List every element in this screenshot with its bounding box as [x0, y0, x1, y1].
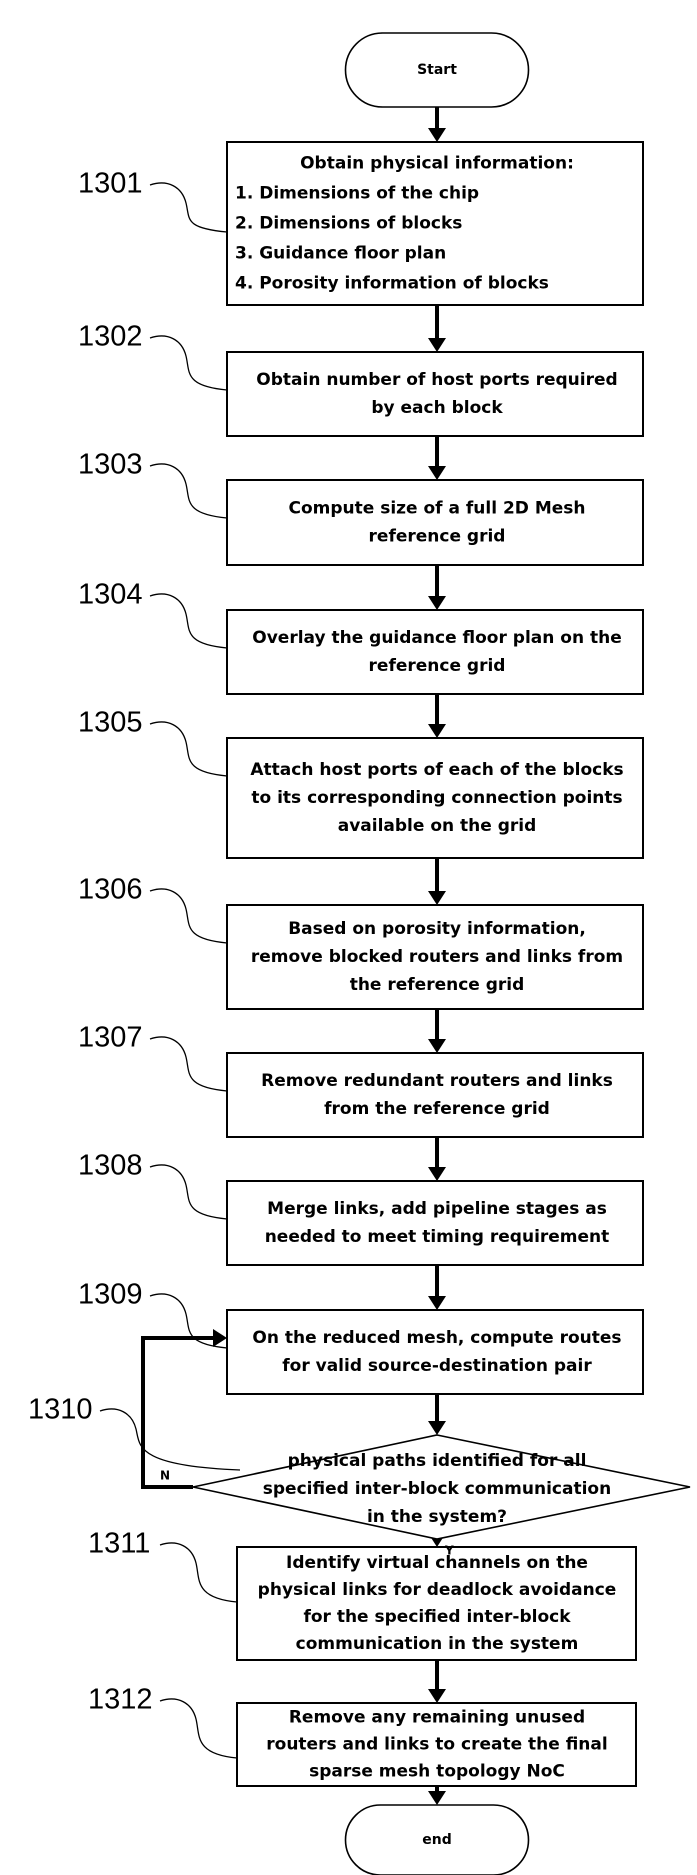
- start-terminal-label: Start: [417, 62, 457, 78]
- arrowhead-icon: [428, 891, 446, 905]
- process-box-1309-line: for valid source-destination pair: [282, 1356, 592, 1376]
- process-box-1309: [226, 1309, 644, 1395]
- leader-line: [159, 1542, 238, 1603]
- process-box-1311-line: communication in the system: [296, 1634, 579, 1654]
- leader-line: [149, 182, 228, 233]
- process-box-1311-line: Identify virtual channels on the: [286, 1553, 588, 1573]
- process-box-1301-line: 4. Porosity information of blocks: [235, 274, 549, 294]
- reference-numeral: 1303: [78, 449, 143, 481]
- process-box-1312-line: Remove any remaining unused: [289, 1708, 585, 1728]
- process-box-1309-line: On the reduced mesh, compute routes: [252, 1328, 621, 1348]
- process-box-1303-line: reference grid: [369, 527, 506, 547]
- arrowhead-icon: [428, 466, 446, 480]
- process-box-1305-line: to its corresponding connection points: [251, 788, 622, 808]
- reference-numeral: 1304: [78, 579, 143, 611]
- process-box-1308: [226, 1180, 644, 1266]
- process-box-1308-line: needed to meet timing requirement: [265, 1227, 610, 1247]
- end-terminal-label: end: [422, 1832, 451, 1848]
- process-box-1307-line: from the reference grid: [324, 1099, 550, 1119]
- process-box-1312-line: sparse mesh topology NoC: [309, 1762, 565, 1782]
- process-box-1302-line: by each block: [371, 398, 503, 418]
- decision-diamond-line: physical paths identified for all: [288, 1451, 587, 1471]
- arrowhead-icon: [428, 1421, 446, 1435]
- process-box-1301-line: 2. Dimensions of blocks: [235, 214, 462, 234]
- process-box-1307-line: Remove redundant routers and links: [261, 1071, 613, 1091]
- process-box-1306-line: remove blocked routers and links from: [251, 947, 623, 967]
- arrowhead-icon: [428, 596, 446, 610]
- arrowhead-icon: [213, 1329, 227, 1347]
- reference-numeral: 1309: [78, 1279, 143, 1311]
- process-box-1312-line: routers and links to create the final: [266, 1735, 607, 1755]
- process-box-1306-line: the reference grid: [350, 975, 525, 995]
- reference-numeral: 1307: [78, 1022, 143, 1054]
- reference-numeral: 1311: [88, 1528, 150, 1560]
- arrowhead-icon: [428, 1791, 446, 1805]
- flowchart: Start Obtain physical information: 1. Dime…: [28, 32, 691, 1875]
- reference-numeral: 1301: [78, 168, 143, 200]
- no-label: N: [160, 1469, 170, 1483]
- arrowhead-icon: [428, 724, 446, 738]
- process-box-1311-line: physical links for deadlock avoidance: [258, 1580, 617, 1600]
- process-box-1302: [226, 351, 644, 437]
- arrowhead-icon: [428, 128, 446, 142]
- process-box-1301-line: Obtain physical information:: [300, 154, 574, 174]
- process-box-1307: [226, 1052, 644, 1138]
- leader-line: [149, 463, 228, 519]
- arrowhead-icon: [428, 1167, 446, 1181]
- decision-diamond-line: specified inter-block communication: [263, 1479, 611, 1499]
- process-box-1304-line: reference grid: [369, 656, 506, 676]
- leader-line: [149, 721, 228, 777]
- leader-line: [149, 593, 228, 649]
- reference-numeral: 1306: [78, 874, 143, 906]
- arrowhead-icon: [428, 1039, 446, 1053]
- process-box-1305-line: available on the grid: [338, 816, 537, 836]
- arrowhead-icon: [428, 1296, 446, 1310]
- leader-line: [149, 1036, 228, 1092]
- process-box-1304-line: Overlay the guidance floor plan on the: [252, 628, 621, 648]
- leader-line: [149, 335, 228, 391]
- process-box-1303-line: Compute size of a full 2D Mesh: [289, 499, 586, 519]
- arrowhead-icon: [428, 338, 446, 352]
- reference-numeral: 1308: [78, 1150, 143, 1182]
- decision-diamond-line: in the system?: [367, 1507, 507, 1527]
- leader-line: [99, 1408, 241, 1471]
- process-box-1302-line: Obtain number of host ports required: [256, 370, 617, 390]
- process-box-1308-line: Merge links, add pipeline stages as: [267, 1199, 607, 1219]
- leader-line: [149, 888, 228, 944]
- process-box-1306-line: Based on porosity information,: [288, 919, 586, 939]
- process-box-1301-line: 1. Dimensions of the chip: [235, 184, 479, 204]
- leader-line: [159, 1698, 238, 1759]
- process-box-1304: [226, 609, 644, 695]
- leader-line: [149, 1164, 228, 1220]
- reference-numeral: 1312: [88, 1684, 153, 1716]
- arrowhead-icon: [428, 1689, 446, 1703]
- reference-numeral: 1310: [28, 1394, 93, 1426]
- reference-numeral: 1305: [78, 707, 143, 739]
- process-box-1301-line: 3. Guidance floor plan: [235, 244, 446, 264]
- reference-numeral: 1302: [78, 321, 143, 353]
- process-box-1311-line: for the specified inter-block: [303, 1607, 571, 1627]
- process-box-1305-line: Attach host ports of each of the blocks: [250, 760, 623, 780]
- process-box-1303: [226, 479, 644, 566]
